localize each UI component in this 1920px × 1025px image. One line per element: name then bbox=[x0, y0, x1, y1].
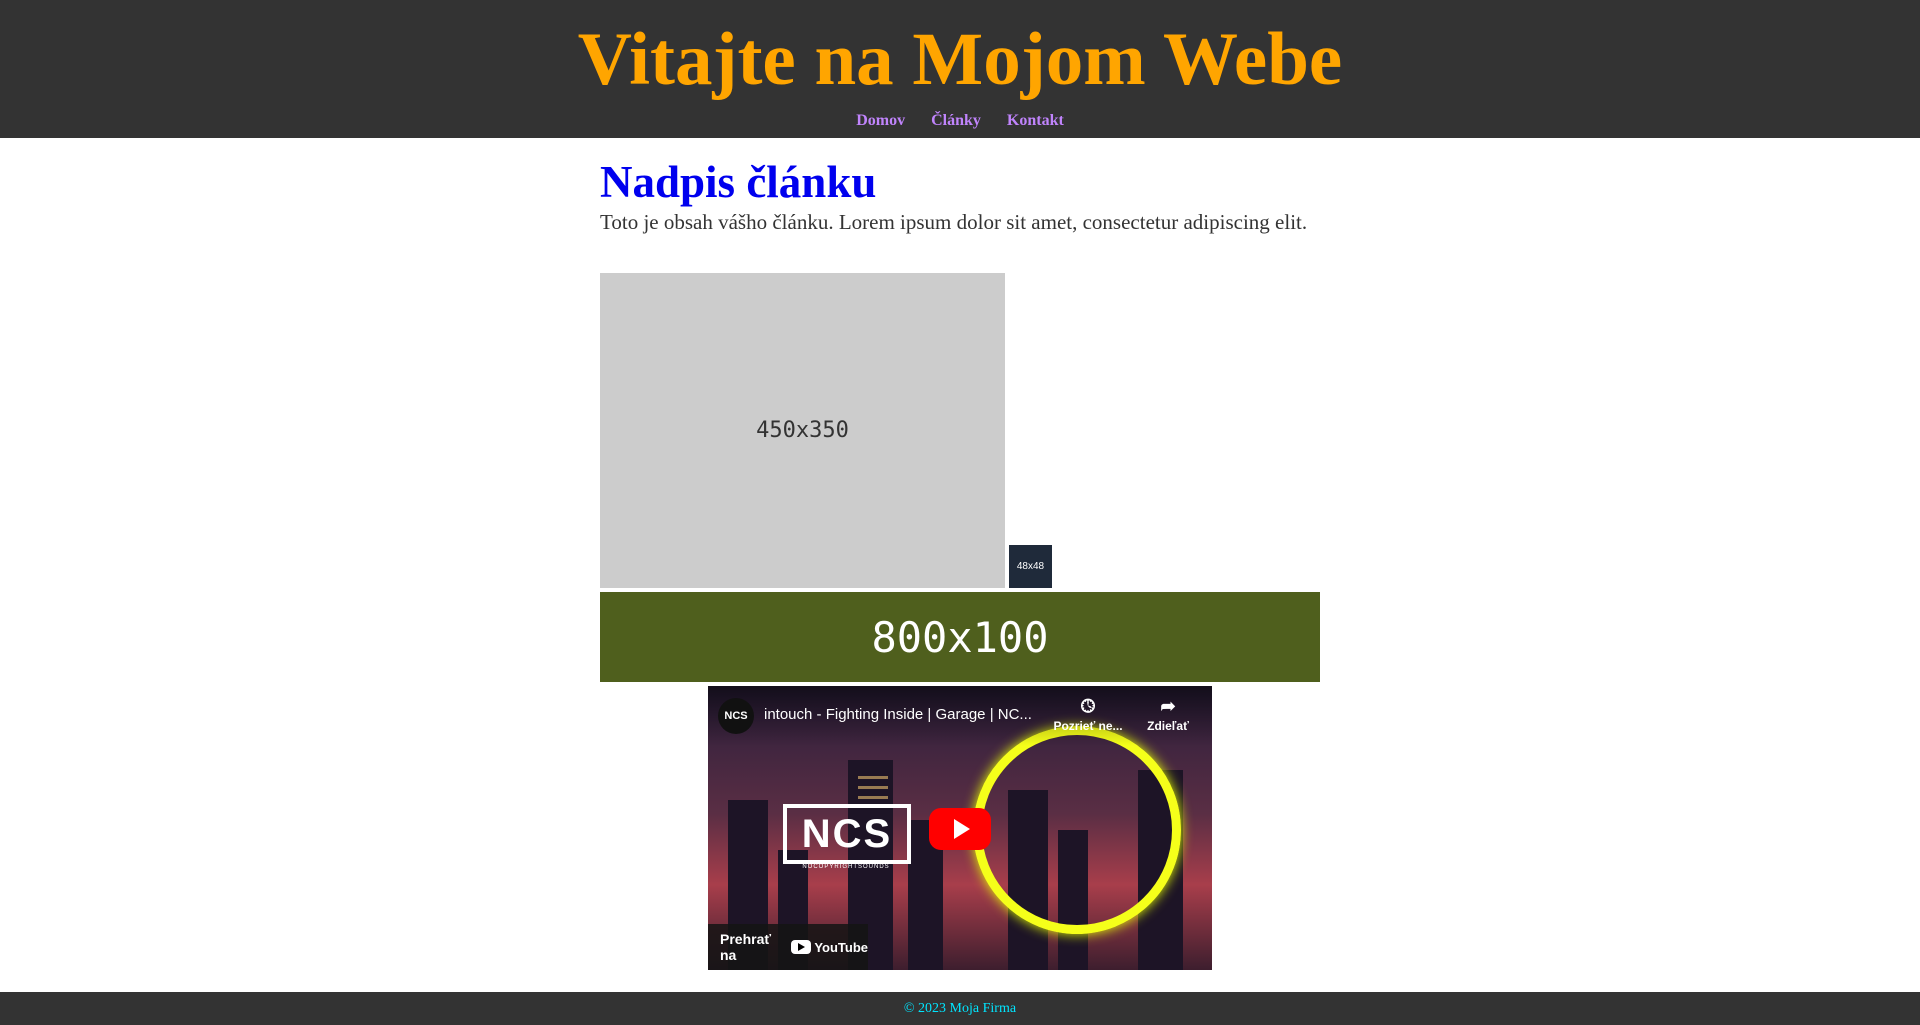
placeholder-image-small: 48x48 bbox=[1009, 545, 1052, 588]
ncs-logo-subtext: NOCOPYRIGHTSOUNDS bbox=[802, 864, 890, 870]
article-body: Toto je obsah vášho článku. Lorem ipsum … bbox=[600, 210, 1308, 234]
banner-label: 800x100 bbox=[871, 612, 1049, 662]
article-heading: Nadpis článku bbox=[600, 157, 877, 207]
youtube-logo-text: YouTube bbox=[814, 939, 868, 955]
watch-on-youtube-button[interactable]: Prehrať na YouTube bbox=[708, 924, 868, 970]
site-header: Vitajte na Mojom Webe Domov Články Konta… bbox=[0, 0, 1920, 138]
nav-link-home[interactable]: Domov bbox=[856, 112, 905, 130]
nav-link-contact[interactable]: Kontakt bbox=[1007, 112, 1064, 130]
watch-later-label: Pozrieť ne... bbox=[1053, 719, 1123, 733]
video-thumbnail-window bbox=[858, 776, 888, 779]
video-title[interactable]: intouch - Fighting Inside | Garage | NC.… bbox=[764, 706, 1032, 723]
share-label: Zdieľať bbox=[1147, 719, 1189, 733]
site-footer: © 2023 Moja Firma bbox=[0, 992, 1920, 1025]
channel-avatar[interactable]: NCS bbox=[718, 698, 754, 734]
clock-icon: 🕓︎ bbox=[1080, 696, 1096, 716]
site-title: Vitajte na Mojom Webe bbox=[577, 18, 1343, 101]
placeholder-image-small-label: 48x48 bbox=[1016, 561, 1045, 572]
ncs-logo: NCS bbox=[783, 804, 911, 864]
share-button[interactable]: ➦ Zdieľať bbox=[1133, 696, 1203, 733]
audio-visualizer-ring bbox=[973, 726, 1181, 934]
nav-link-articles[interactable]: Články bbox=[931, 112, 981, 130]
video-thumbnail-window bbox=[858, 786, 888, 789]
image-row: 450x350 48x48 bbox=[600, 273, 1320, 589]
youtube-logo: YouTube bbox=[791, 940, 868, 955]
placeholder-image-large-label: 450x350 bbox=[756, 418, 849, 443]
article: Nadpis článku Toto je obsah vášho článku… bbox=[600, 138, 1320, 970]
watch-later-button[interactable]: 🕓︎ Pozrieť ne... bbox=[1053, 696, 1123, 733]
play-button[interactable] bbox=[929, 808, 991, 850]
play-icon bbox=[954, 819, 970, 839]
share-arrow-icon: ➦ bbox=[1160, 696, 1176, 716]
youtube-play-icon bbox=[791, 940, 812, 954]
banner-placeholder: 800x100 bbox=[600, 592, 1320, 682]
placeholder-image-large: 450x350 bbox=[600, 273, 1005, 588]
footer-copyright: © 2023 Moja Firma bbox=[903, 1001, 1017, 1016]
main-nav: Domov Články Kontakt bbox=[0, 112, 1920, 130]
watch-on-label: Prehrať na bbox=[720, 931, 772, 963]
video-thumbnail-window bbox=[858, 796, 888, 799]
youtube-embed[interactable]: NCS intouch - Fighting Inside | Garage |… bbox=[708, 686, 1212, 970]
